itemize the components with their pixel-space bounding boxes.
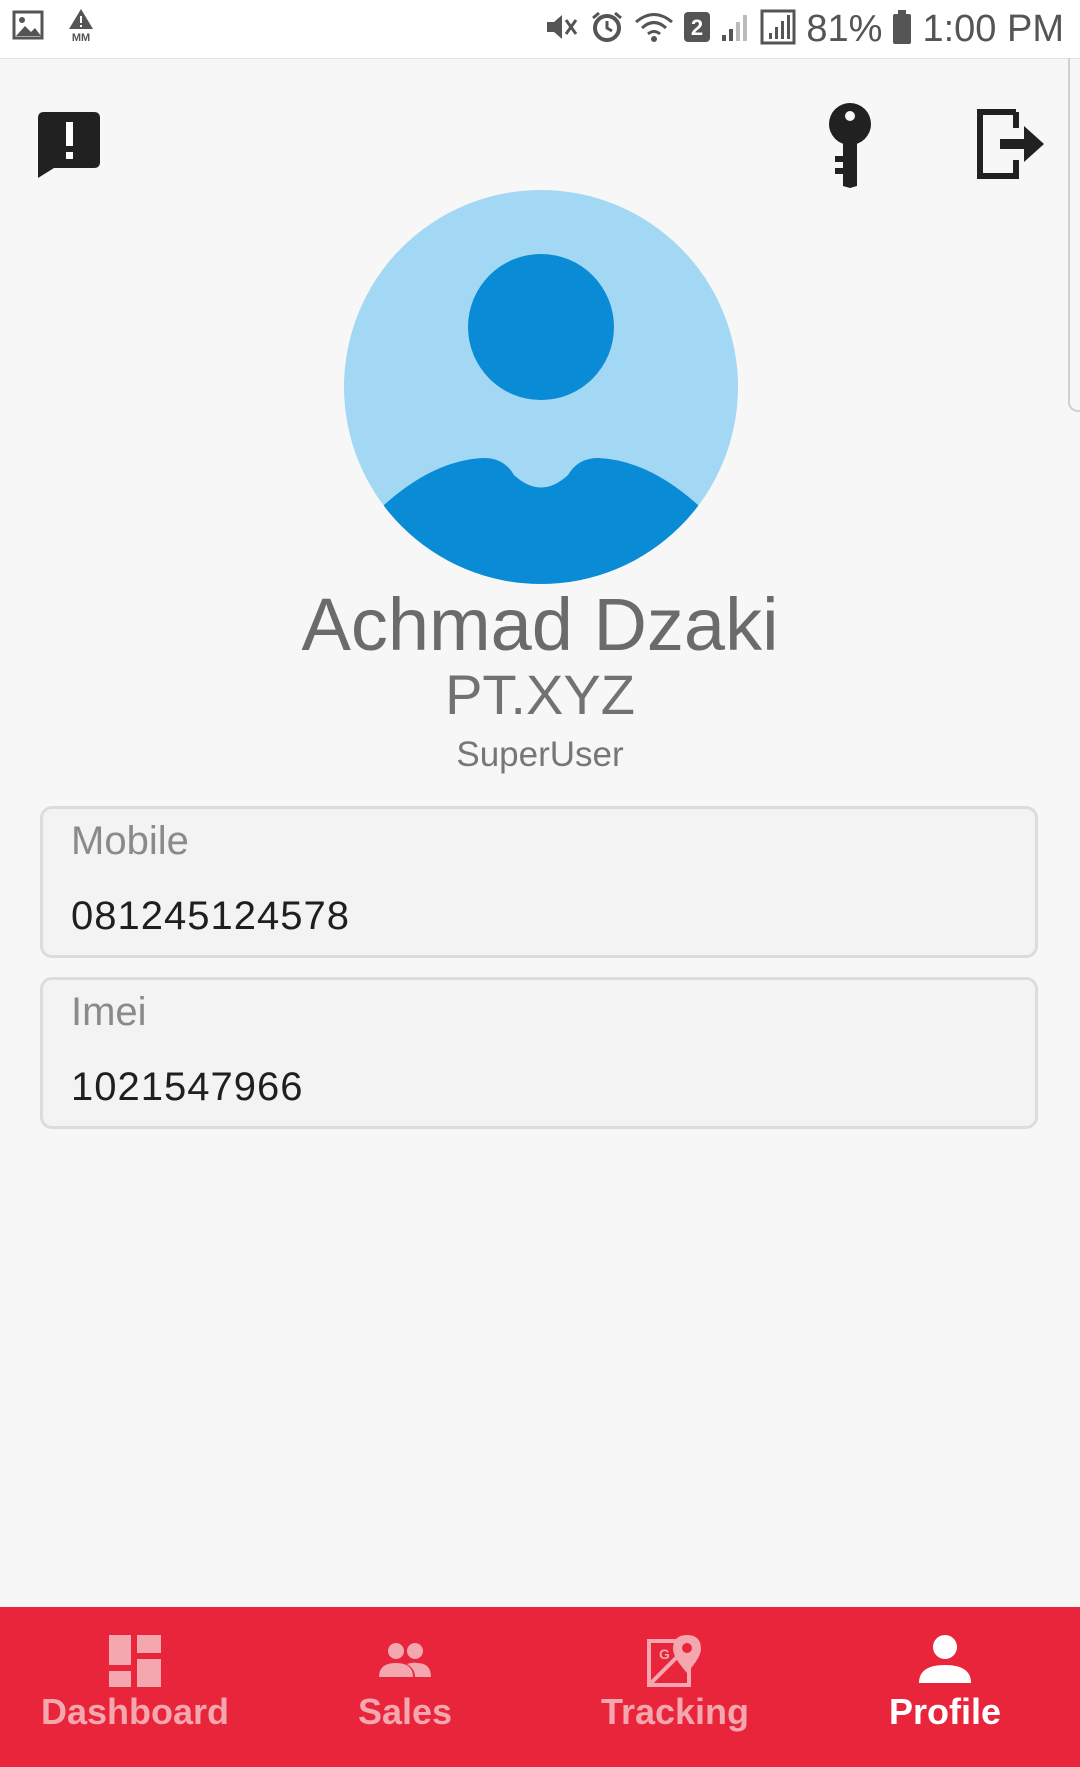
sim-2-badge: 2	[684, 11, 711, 47]
scroll-indicator	[1068, 58, 1080, 412]
profile-company: PT.XYZ	[445, 663, 635, 726]
nav-item-tracking[interactable]: G Tracking	[540, 1607, 810, 1767]
nav-label-tracking: Tracking	[600, 1691, 750, 1732]
key-icon	[829, 103, 871, 188]
status-mm-text: MM	[72, 32, 90, 42]
signal-icon	[720, 11, 750, 48]
nav-label-sales: Sales	[357, 1691, 453, 1732]
imei-field-value: 1021547966	[71, 1065, 304, 1109]
nav-label-profile: Profile	[888, 1691, 1002, 1732]
signal-full-icon	[760, 9, 796, 50]
imei-field[interactable]: Imei 1021547966	[40, 977, 1038, 1129]
person-icon	[919, 1635, 971, 1683]
profile-name: Achmad Dzaki	[301, 583, 779, 666]
mobile-field[interactable]: Mobile 081245124578	[40, 806, 1038, 958]
dashboard-icon	[109, 1635, 161, 1687]
report-alert-button[interactable]	[38, 112, 100, 178]
mobile-field-value: 081245124578	[71, 894, 350, 938]
imei-field-label: Imei	[71, 990, 147, 1034]
map-tracking-icon: G	[647, 1635, 701, 1687]
avatar	[344, 190, 738, 584]
nav-label-dashboard: Dashboard	[40, 1691, 230, 1732]
nav-item-dashboard[interactable]: Dashboard	[0, 1607, 270, 1767]
battery-icon	[892, 9, 912, 49]
nav-item-sales[interactable]: Sales	[270, 1607, 540, 1767]
report-alert-icon	[38, 112, 100, 178]
change-password-button[interactable]	[826, 102, 874, 188]
nav-item-profile[interactable]: Profile	[810, 1607, 1080, 1767]
status-right-icons: 2 81% 1:00 PM	[544, 0, 1064, 58]
status-time: 1:00 PM	[922, 7, 1064, 50]
profile-role: SuperUser	[456, 735, 624, 774]
svg-text:G: G	[659, 1646, 670, 1662]
logout-icon	[977, 109, 1044, 179]
mute-icon	[544, 11, 580, 48]
mobile-field-label: Mobile	[71, 819, 189, 863]
status-left-icons: MM	[12, 8, 96, 47]
user-avatar-icon	[344, 190, 738, 584]
alert-triangle-mm-icon: MM	[66, 8, 96, 47]
bottom-navigation: Dashboard Sales G Tracking Profile	[0, 1607, 1080, 1767]
group-icon	[379, 1643, 431, 1677]
gallery-icon	[12, 10, 44, 45]
logout-button[interactable]	[974, 108, 1046, 180]
alarm-icon	[590, 10, 624, 49]
battery-percent: 81%	[806, 7, 883, 50]
wifi-icon	[634, 11, 674, 48]
status-bar: MM 2 81% 1:00 PM	[0, 0, 1080, 59]
sim-number: 2	[691, 15, 703, 40]
